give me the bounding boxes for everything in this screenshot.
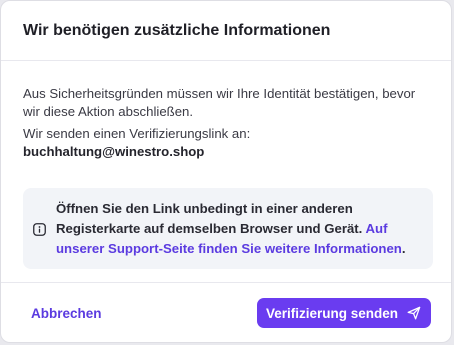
intro-text: Aus Sicherheitsgründen müssen wir Ihre I… <box>23 86 416 119</box>
dialog-header: Wir benötigen zusätzliche Informationen <box>1 1 451 61</box>
paper-plane-icon <box>407 306 421 320</box>
send-verification-button[interactable]: Verifizierung senden <box>256 298 431 328</box>
notice-trailing: . <box>401 241 406 256</box>
cancel-button[interactable]: Abbrechen <box>21 298 112 329</box>
dialog-body: Aus Sicherheitsgründen müssen wir Ihre I… <box>1 61 451 283</box>
info-notice: Öffnen Sie den Link unbedingt in einer a… <box>23 188 433 269</box>
send-to-label: Wir senden einen Verifizierungslink an: <box>23 126 251 141</box>
notice-message: Öffnen Sie den Link unbedingt in einer a… <box>56 201 363 236</box>
dialog-title: Wir benötigen zusätzliche Informationen <box>23 21 331 39</box>
notice-text: Öffnen Sie den Link unbedingt in einer a… <box>56 199 417 259</box>
verification-dialog: Wir benötigen zusätzliche Informationen … <box>0 0 452 343</box>
email-address: buchhaltung@winestro.shop <box>23 144 205 159</box>
info-icon <box>33 222 46 236</box>
send-button-label: Verifizierung senden <box>265 305 398 321</box>
dialog-footer: Abbrechen Verifizierung senden <box>1 283 451 342</box>
